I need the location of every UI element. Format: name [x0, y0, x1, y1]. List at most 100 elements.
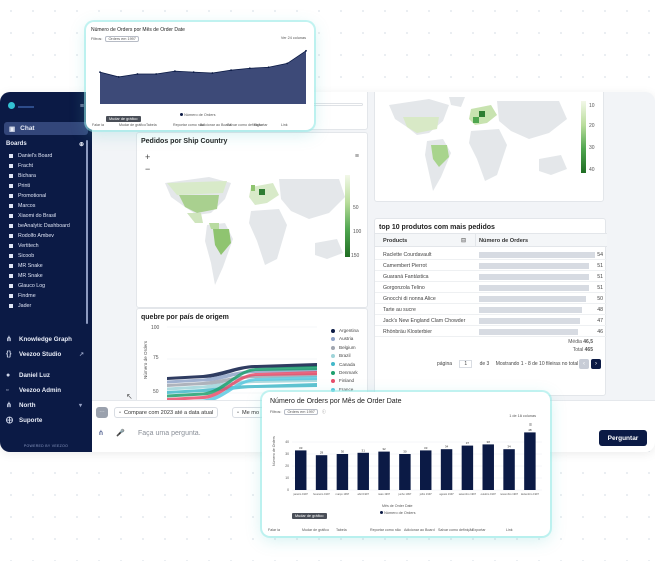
legend-item[interactable]: Austria — [331, 336, 353, 341]
area-point[interactable] — [174, 70, 176, 73]
toolbar-button[interactable]: Salvar como definição — [438, 528, 473, 532]
chart-menu-icon[interactable]: ≡ — [355, 153, 359, 160]
nav-user-profile[interactable]: ● Daniel Luz — [0, 368, 92, 382]
legend-item[interactable]: Belgium — [331, 345, 356, 350]
toolbar-button[interactable]: Exportar — [254, 123, 268, 127]
sidebar-chat-button[interactable]: ▣ Chat — [4, 122, 88, 135]
sidebar-board-item[interactable]: Glauco Log — [0, 281, 92, 291]
next-page-button[interactable]: › — [591, 359, 601, 369]
toolbar-button[interactable]: Exportar — [472, 528, 486, 532]
info-icon[interactable]: ⓘ — [322, 410, 326, 414]
graph-icon[interactable]: ⋔ — [98, 429, 104, 437]
toolbar-button[interactable]: Adicionar ao Board — [404, 528, 435, 532]
toolbar-button[interactable]: Tabela — [146, 123, 157, 127]
board-icon — [9, 174, 13, 178]
legend-item[interactable]: Brazil — [331, 353, 351, 358]
sidebar-board-item[interactable]: Daniel's Board — [0, 151, 92, 161]
table-row[interactable]: Gorgonzola Telino 51 — [375, 282, 607, 293]
suggestion-chip-compare[interactable]: ▫ Compare com 2023 até a data atual — [114, 407, 219, 418]
legend-item[interactable]: Canada — [331, 362, 355, 367]
sidebar-scrollbar[interactable] — [86, 140, 88, 324]
ship-country-world-map — [165, 177, 345, 285]
sidebar-board-item[interactable]: Printi — [0, 181, 92, 191]
sidebar-board-item[interactable]: Promotional — [0, 191, 92, 201]
toolbar-button[interactable]: Adicionar ao Board — [200, 123, 231, 127]
filter-tag[interactable]: Orders em 1997 — [284, 409, 318, 415]
nav-veezoo-studio[interactable]: {} Veezoo Studio ↗ — [0, 347, 92, 361]
bar[interactable] — [399, 454, 411, 490]
question-input[interactable]: Faça uma pergunta. — [138, 430, 201, 437]
bar[interactable] — [440, 449, 453, 490]
area-point[interactable] — [230, 69, 232, 72]
sidebar-board-item[interactable]: Jader — [0, 301, 92, 311]
sidebar-board-item[interactable]: Marcos — [0, 201, 92, 211]
table-row[interactable]: Camembert Pierrot 51 — [375, 260, 607, 271]
sidebar-board-item[interactable]: Findme — [0, 291, 92, 301]
toolbar-button[interactable]: Link — [281, 123, 288, 127]
toolbar-button[interactable]: Link — [506, 528, 513, 532]
table-row[interactable]: Rhönbräu Klosterbier 46 — [375, 326, 607, 337]
sidebar-board-item[interactable]: beAnalytic Dashboard — [0, 221, 92, 231]
column-header-orders[interactable]: Número de Orders — [479, 238, 528, 244]
zoom-in-button[interactable]: + — [145, 153, 150, 162]
toolbar-button[interactable]: Tabela — [336, 528, 347, 532]
area-point[interactable] — [211, 72, 214, 74]
add-board-icon[interactable]: ⊕ — [79, 141, 84, 148]
bar[interactable] — [420, 450, 432, 490]
page-number-input[interactable]: 1 — [459, 360, 473, 368]
area-point[interactable] — [286, 62, 289, 65]
bar[interactable] — [461, 445, 474, 490]
legend-item[interactable]: Finland — [331, 378, 354, 383]
suggestion-chip-more[interactable]: ▫ Me mo — [232, 407, 265, 418]
column-menu-icon[interactable]: ⊟ — [461, 237, 466, 244]
area-point[interactable] — [136, 73, 139, 75]
bar[interactable] — [378, 451, 390, 490]
collapse-sidebar-icon[interactable]: ≡ — [80, 103, 84, 110]
sidebar-board-item[interactable]: MR Snake — [0, 271, 92, 281]
bar[interactable] — [482, 444, 494, 490]
sidebar-board-item[interactable]: MR Snake — [0, 261, 92, 271]
bar[interactable] — [315, 455, 328, 490]
nav-database-select[interactable]: ⋔ North ▾ — [0, 398, 92, 412]
area-point[interactable] — [99, 71, 101, 73]
ask-button[interactable]: Perguntar — [599, 430, 647, 446]
area-point[interactable] — [155, 73, 158, 75]
bar[interactable] — [357, 452, 369, 490]
sidebar-board-item[interactable]: Xiaomi do Brasil — [0, 211, 92, 221]
bar[interactable] — [295, 450, 307, 490]
toolbar-button[interactable]: Mudar de gráfico — [302, 528, 329, 532]
sidebar-board-item[interactable]: Sicoob — [0, 251, 92, 261]
suggestions-toggle-icon[interactable]: ⋯ — [96, 407, 108, 418]
sidebar-board-item[interactable]: Vertitech — [0, 241, 92, 251]
sidebar-board-item[interactable]: Rodolfo Ambev — [0, 231, 92, 241]
legend-item[interactable]: Denmark — [331, 370, 358, 375]
bar[interactable] — [503, 449, 515, 490]
toolbar-button[interactable]: Falar ia — [268, 528, 280, 532]
nav-knowledge-graph[interactable]: ⋔ Knowledge Graph — [0, 332, 92, 346]
area-point[interactable] — [267, 66, 270, 69]
area-point[interactable] — [248, 67, 251, 70]
toolbar-button[interactable]: Reportar como não — [370, 528, 401, 532]
column-header-products[interactable]: Products — [383, 238, 407, 244]
nav-suporte[interactable]: ⨁ Suporte — [0, 413, 92, 427]
area-point[interactable] — [305, 49, 307, 52]
sidebar-board-item[interactable]: Bichara — [0, 171, 92, 181]
area-point[interactable] — [192, 71, 195, 73]
toolbar-button[interactable]: Falar ia — [92, 123, 104, 127]
legend-item[interactable]: Argentina — [331, 328, 359, 333]
table-row[interactable]: Raclette Courdavault 54 — [375, 249, 607, 260]
prev-page-button[interactable]: ‹ — [579, 359, 589, 369]
bar[interactable] — [336, 454, 349, 490]
table-row[interactable]: Jack's New England Clam Chowder 47 — [375, 315, 607, 326]
bar[interactable] — [524, 432, 536, 490]
area-point[interactable] — [117, 76, 120, 78]
nav-veezoo-admin[interactable]: ▫ Veezoo Admin — [0, 383, 92, 397]
table-row[interactable]: Tarte au sucre 48 — [375, 304, 607, 315]
toolbar-button[interactable]: Mudar de gráfico — [119, 123, 146, 127]
zoom-out-button[interactable]: − — [145, 165, 150, 174]
board-icon — [9, 274, 13, 278]
sidebar-board-item[interactable]: Fracht — [0, 161, 92, 171]
microphone-icon[interactable]: 🎤 — [116, 429, 125, 437]
table-row[interactable]: Guaraná Fantástica 51 — [375, 271, 607, 282]
table-row[interactable]: Gnocchi di nonna Alice 50 — [375, 293, 607, 304]
